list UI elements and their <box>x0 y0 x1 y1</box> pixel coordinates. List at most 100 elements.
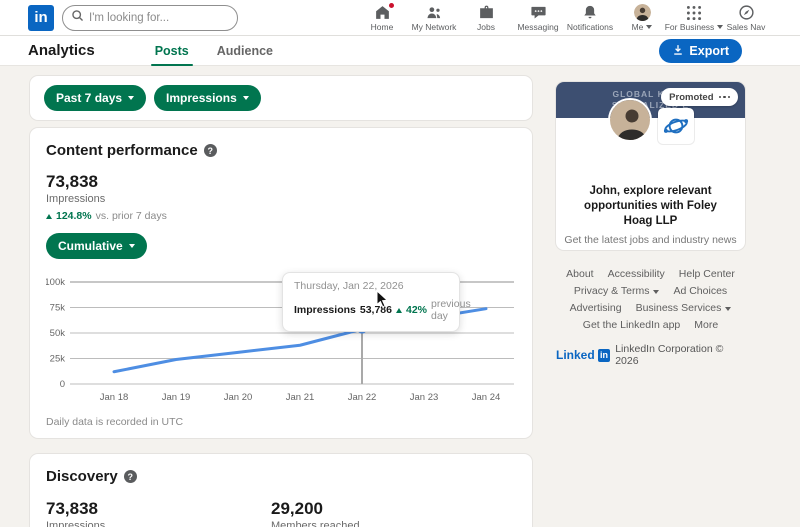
svg-text:Jan 20: Jan 20 <box>224 392 253 403</box>
compass-icon <box>738 4 755 21</box>
svg-text:75k: 75k <box>50 303 66 314</box>
linkedin-wordmark[interactable]: Linked <box>556 348 595 362</box>
nav-label: Jobs <box>477 22 495 32</box>
nav-for-business[interactable]: For Business <box>665 0 724 36</box>
chevron-down-icon <box>725 306 732 311</box>
svg-text:Jan 21: Jan 21 <box>286 392 315 403</box>
discovery-card: Discovery ? 73,838 Impressions 29,200 Me… <box>30 454 532 527</box>
footer-link-privacy-terms[interactable]: Privacy & Terms <box>574 283 660 300</box>
nav-me[interactable]: Me <box>616 0 668 36</box>
nav-my-network[interactable]: My Network <box>408 0 460 36</box>
nav-label: Me <box>632 22 653 32</box>
nav-label: Messaging <box>517 22 559 32</box>
mouse-cursor-icon <box>376 289 389 313</box>
tab-posts[interactable]: Posts <box>141 36 203 66</box>
export-button[interactable]: Export <box>659 39 742 63</box>
triangle-up-icon <box>395 307 402 313</box>
triangle-up-icon <box>46 213 52 219</box>
nav-sales-nav[interactable]: Sales Nav <box>720 0 772 36</box>
message-icon <box>530 4 547 21</box>
help-icon[interactable]: ? <box>123 470 137 483</box>
svg-text:25k: 25k <box>50 354 66 365</box>
network-icon <box>425 4 443 21</box>
discovery-title: Discovery <box>46 468 118 485</box>
main-content: Past 7 days Impressions Content performa… <box>30 76 532 527</box>
analytics-tabs: Posts Audience <box>141 36 287 66</box>
footer-brand: Linked in LinkedIn Corporation © 2026 <box>556 343 745 367</box>
svg-text:Jan 18: Jan 18 <box>100 392 129 403</box>
filters-card: Past 7 days Impressions <box>30 76 532 120</box>
chevron-down-icon <box>653 289 660 294</box>
right-rail: GLOBAL KNOW SPECIALIZED E Promoted John,… <box>556 82 745 367</box>
footer-link-advertising[interactable]: Advertising <box>570 300 622 317</box>
impressions-chart[interactable]: 0 25k 50k 75k 100k Jan 18 Jan 19 Jan 20 Jan 21 Ja… <box>44 272 516 407</box>
discovery-members-reached: 29,200 Members reached <box>271 499 360 527</box>
footer-link-more[interactable]: More <box>694 317 718 334</box>
footer-links: About Accessibility Help Center Privacy & T… <box>556 266 745 334</box>
member-avatar[interactable] <box>608 98 652 142</box>
search-icon <box>71 9 84 27</box>
nav-label: For Business <box>665 22 724 32</box>
search-input[interactable] <box>89 11 219 24</box>
tab-audience[interactable]: Audience <box>203 36 287 66</box>
home-icon <box>374 1 396 21</box>
avatar-icon <box>633 4 651 21</box>
nav-home[interactable]: Home <box>356 0 408 36</box>
copyright-text: LinkedIn Corporation © 2026 <box>615 343 724 367</box>
search-bar[interactable] <box>62 4 238 31</box>
analytics-header: Analytics Posts Audience Export <box>0 36 800 66</box>
nav-label: Home <box>370 22 394 32</box>
impressions-change: 124.8% vs. prior 7 days <box>46 210 516 222</box>
discovery-impressions: 73,838 Impressions <box>46 499 106 527</box>
chevron-down-icon <box>128 244 135 248</box>
tooltip-change: 42% <box>405 304 427 316</box>
nav-label: Notifications <box>566 22 614 32</box>
promoted-menu-button[interactable]: Promoted <box>661 88 738 106</box>
tooltip-date: Thursday, Jan 22, 2026 <box>294 280 404 292</box>
view-mode-dropdown[interactable]: Cumulative <box>46 233 147 259</box>
footer-link-ad-choices[interactable]: Ad Choices <box>673 283 727 300</box>
svg-text:Jan 19: Jan 19 <box>162 392 191 403</box>
chart-tooltip: Thursday, Jan 22, 2026 Impressions 53,78… <box>282 272 471 332</box>
svg-text:Jan 23: Jan 23 <box>410 392 439 403</box>
footer-link-accessibility[interactable]: Accessibility <box>608 266 665 283</box>
impressions-label: Impressions <box>46 193 106 205</box>
svg-text:0: 0 <box>60 379 65 390</box>
tooltip-metric: Impressions <box>294 304 356 316</box>
svg-text:Jan 22: Jan 22 <box>348 392 377 403</box>
help-icon[interactable]: ? <box>203 144 217 157</box>
overflow-menu-icon <box>718 95 730 99</box>
ad-subtext: Get the latest jobs and industry news <box>564 234 737 246</box>
footer-link-get-the-linkedin-app[interactable]: Get the LinkedIn app <box>583 317 681 334</box>
top-navigation: in Home My Network Jobs Messaging Notificati… <box>0 0 800 36</box>
bell-icon <box>582 4 598 21</box>
chevron-down-icon <box>128 96 135 100</box>
metric-dropdown[interactable]: Impressions <box>154 85 261 111</box>
footer-link-help-center[interactable]: Help Center <box>679 266 735 283</box>
svg-text:100k: 100k <box>46 277 65 288</box>
footer-link-business-services[interactable]: Business Services <box>636 300 732 317</box>
content-performance-card: Content performance ? 73,838 Impressions… <box>30 128 532 438</box>
nav-label: My Network <box>411 22 457 32</box>
chevron-down-icon <box>646 25 653 29</box>
linkedin-logo[interactable]: in <box>28 4 54 31</box>
nav-items: Home My Network Jobs Messaging Notifications… <box>356 0 772 36</box>
utc-footnote: Daily data is recorded in UTC <box>46 416 184 428</box>
nav-jobs[interactable]: Jobs <box>460 0 512 36</box>
impressions-total: 73,838 <box>46 172 98 191</box>
briefcase-icon <box>478 4 495 21</box>
footer-link-about[interactable]: About <box>566 266 593 283</box>
notification-badge <box>386 1 396 10</box>
nav-notifications[interactable]: Notifications <box>564 0 616 36</box>
download-icon <box>672 44 684 59</box>
svg-text:Jan 24: Jan 24 <box>472 392 501 403</box>
nav-messaging[interactable]: Messaging <box>512 0 564 36</box>
linkedin-logo[interactable]: in <box>597 348 611 362</box>
nav-label: Sales Nav <box>726 22 766 32</box>
linkedin-analytics-page: in Home My Network Jobs Messaging Notificati… <box>0 0 800 527</box>
promoted-ad-card: GLOBAL KNOW SPECIALIZED E Promoted John,… <box>556 82 745 250</box>
company-logo[interactable] <box>658 108 694 144</box>
date-range-dropdown[interactable]: Past 7 days <box>44 85 147 111</box>
svg-text:50k: 50k <box>50 328 66 339</box>
content-performance-title: Content performance <box>46 142 198 159</box>
